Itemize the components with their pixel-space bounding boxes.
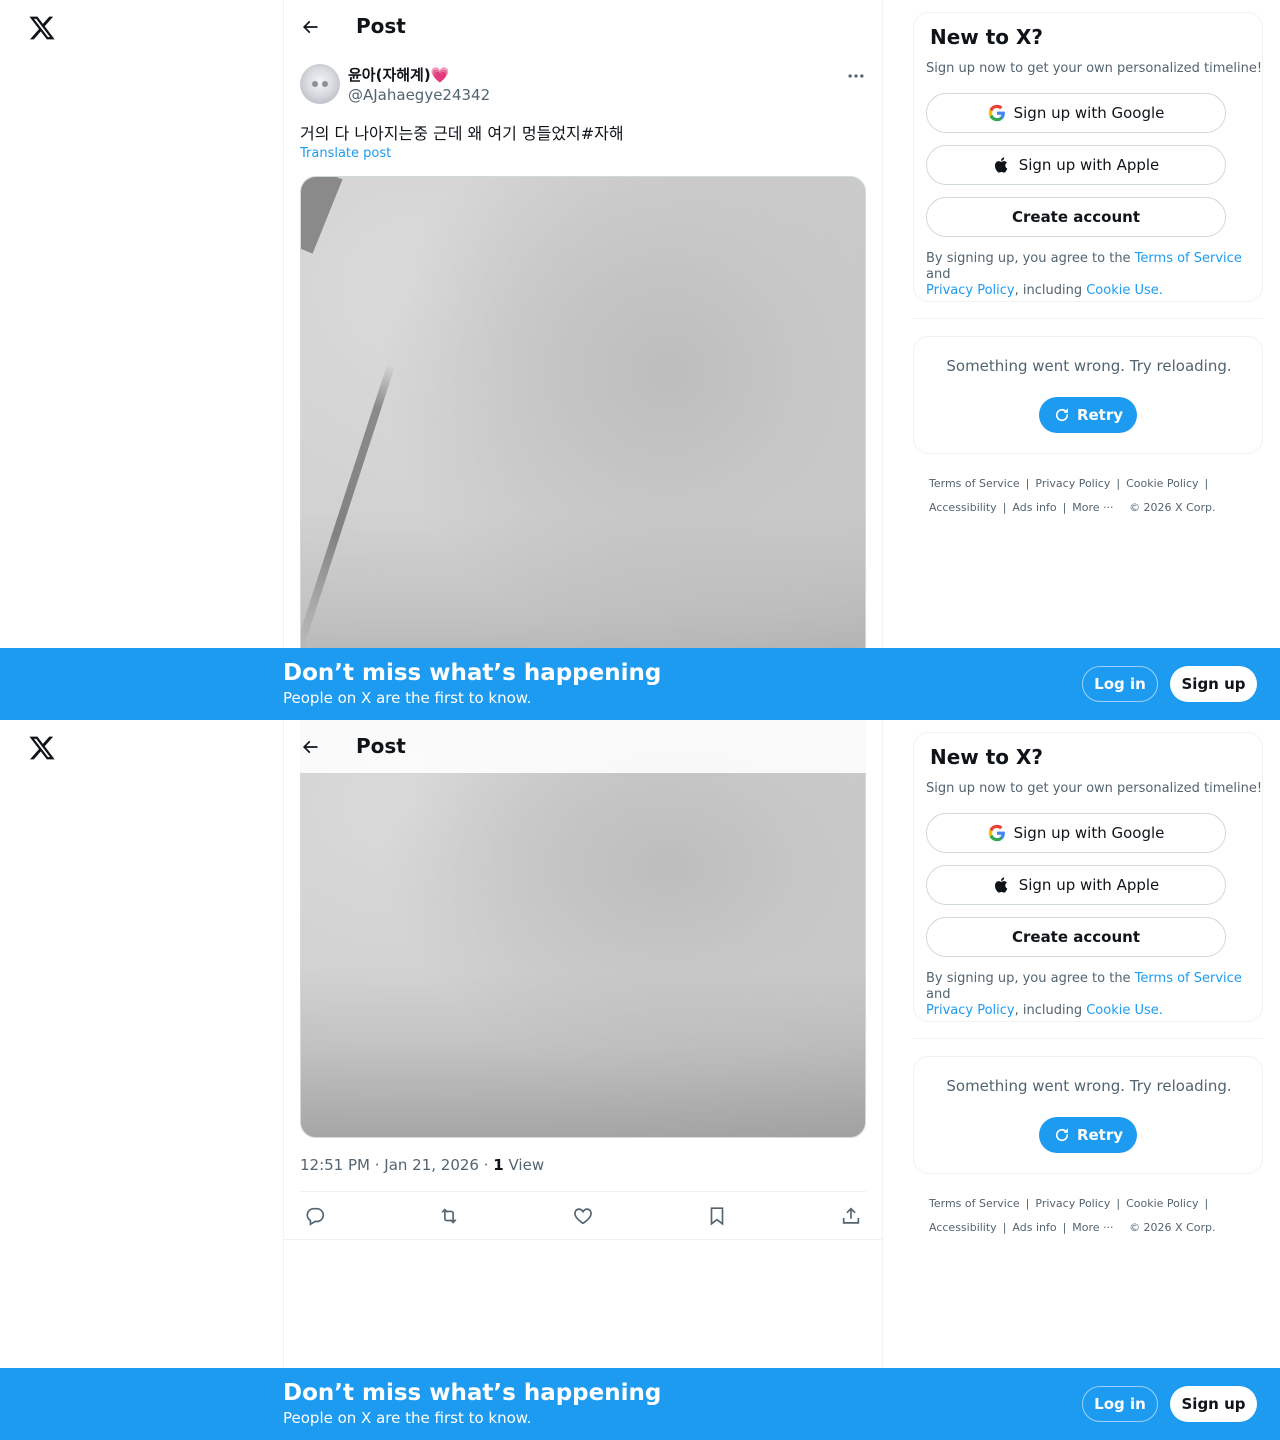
privacy-link[interactable]: Privacy Policy — [926, 1003, 1015, 1018]
terms-link[interactable]: Terms of Service — [1135, 971, 1242, 986]
signup-card: New to X? Sign up now to get your own pe… — [913, 732, 1263, 1022]
footer-more-link[interactable]: More ··· — [1072, 501, 1113, 514]
footer-accessibility-link[interactable]: Accessibility — [929, 501, 997, 514]
bookmark-icon[interactable] — [706, 1205, 728, 1227]
more-options-icon[interactable] — [846, 66, 866, 86]
display-name[interactable]: 윤아(자해계)💗 — [348, 64, 449, 85]
footer-cookie-link[interactable]: Cookie Policy — [1126, 477, 1198, 490]
divider — [284, 1239, 882, 1240]
banner-subtitle: People on X are the first to know. — [283, 1409, 532, 1427]
sidebar: New to X? Sign up now to get your own pe… — [913, 0, 1263, 720]
share-icon[interactable] — [840, 1205, 862, 1227]
footer-terms-link[interactable]: Terms of Service — [929, 1197, 1020, 1210]
divider — [913, 1038, 1263, 1039]
primary-column: Post 윤아(자해계)💗 @AJahaegye24342 거의 다 나아지는중… — [283, 0, 883, 720]
create-account-button[interactable]: Create account — [926, 197, 1226, 237]
google-icon — [988, 824, 1005, 842]
footer-copyright: © 2026 X Corp. — [1129, 1221, 1216, 1234]
log-in-button[interactable]: Log in — [1082, 666, 1158, 702]
post-text: 거의 다 나아지는중 근데 왜 여기 멍들었지#자해 — [300, 124, 624, 143]
footer-privacy-link[interactable]: Privacy Policy — [1035, 477, 1110, 490]
post-image[interactable] — [300, 720, 866, 1138]
footer-links: Terms of Service | Privacy Policy | Cookie P… — [929, 477, 1216, 514]
sign-up-with-google-button[interactable]: Sign up with Google — [926, 813, 1226, 853]
x-logo-icon[interactable] — [28, 734, 56, 762]
login-banner: Don’t miss what’s happening People on X … — [0, 1368, 1280, 1440]
back-arrow-icon[interactable] — [300, 17, 320, 37]
footer-more-link[interactable]: More ··· — [1072, 1221, 1113, 1234]
post-header: Post — [284, 0, 882, 53]
create-account-button[interactable]: Create account — [926, 917, 1226, 957]
footer-ads-link[interactable]: Ads info — [1012, 1221, 1056, 1234]
post-image[interactable] — [300, 176, 866, 720]
footer-ads-link[interactable]: Ads info — [1012, 501, 1056, 514]
footer-links: Terms of Service | Privacy Policy | Cookie P… — [929, 1197, 1216, 1234]
post-header: Post — [284, 720, 882, 773]
sign-up-button[interactable]: Sign up — [1170, 666, 1257, 702]
error-card: Something went wrong. Try reloading. Ret… — [913, 1056, 1263, 1174]
footer-cookie-link[interactable]: Cookie Policy — [1126, 1197, 1198, 1210]
signup-card: New to X? Sign up now to get your own pe… — [913, 12, 1263, 302]
sign-up-with-apple-button[interactable]: Sign up with Apple — [926, 145, 1226, 185]
page-title: Post — [356, 734, 406, 758]
signup-card-subtitle: Sign up now to get your own personalized… — [926, 781, 1263, 796]
user-handle[interactable]: @AJahaegye24342 — [348, 86, 490, 104]
banner-title: Don’t miss what’s happening — [283, 660, 662, 686]
privacy-link[interactable]: Privacy Policy — [926, 283, 1015, 298]
primary-column: Post 12:51 PM · Jan 21, 2026 · 1 View — [283, 720, 883, 1440]
retry-button[interactable]: Retry — [1039, 1117, 1137, 1153]
refresh-icon — [1055, 408, 1069, 422]
error-message: Something went wrong. Try reloading. — [946, 357, 1232, 375]
google-icon — [988, 104, 1005, 122]
apple-icon — [994, 877, 1008, 893]
reply-icon[interactable] — [304, 1205, 326, 1227]
heart-emoji: 💗 — [430, 66, 450, 84]
banner-title: Don’t miss what’s happening — [283, 1380, 662, 1406]
viewport-top: Post 윤아(자해계)💗 @AJahaegye24342 거의 다 나아지는중… — [0, 0, 1280, 720]
retry-button[interactable]: Retry — [1039, 397, 1137, 433]
footer-copyright: © 2026 X Corp. — [1129, 501, 1216, 514]
x-logo-icon[interactable] — [28, 14, 56, 42]
apple-icon — [994, 157, 1008, 173]
divider — [913, 318, 1263, 319]
footer-privacy-link[interactable]: Privacy Policy — [1035, 1197, 1110, 1210]
sign-up-with-apple-button[interactable]: Sign up with Apple — [926, 865, 1226, 905]
error-card: Something went wrong. Try reloading. Ret… — [913, 336, 1263, 454]
log-in-button[interactable]: Log in — [1082, 1386, 1158, 1422]
view-count: 1 — [493, 1156, 504, 1174]
sign-up-button[interactable]: Sign up — [1170, 1386, 1257, 1422]
cookie-link[interactable]: Cookie Use. — [1086, 283, 1163, 298]
signup-legal-text: By signing up, you agree to the Terms of… — [926, 971, 1242, 1018]
back-arrow-icon[interactable] — [300, 737, 320, 757]
post-timestamp[interactable]: 12:51 PM · Jan 21, 2026 · 1 View — [300, 1156, 544, 1174]
signup-card-subtitle: Sign up now to get your own personalized… — [926, 61, 1263, 76]
cookie-link[interactable]: Cookie Use. — [1086, 1003, 1163, 1018]
signup-card-title: New to X? — [930, 745, 1044, 769]
signup-card-title: New to X? — [930, 25, 1044, 49]
signup-legal-text: By signing up, you agree to the Terms of… — [926, 251, 1242, 298]
sidebar: New to X? Sign up now to get your own pe… — [913, 720, 1263, 1440]
translate-post-link[interactable]: Translate post — [300, 146, 391, 161]
post-actions — [300, 1192, 866, 1240]
page-title: Post — [356, 14, 406, 38]
error-message: Something went wrong. Try reloading. — [946, 1077, 1232, 1095]
like-heart-icon[interactable] — [572, 1205, 594, 1227]
footer-terms-link[interactable]: Terms of Service — [929, 477, 1020, 490]
repost-icon[interactable] — [438, 1205, 460, 1227]
terms-link[interactable]: Terms of Service — [1135, 251, 1242, 266]
viewport-scrolled: Post 12:51 PM · Jan 21, 2026 · 1 View Ne… — [0, 720, 1280, 1440]
banner-subtitle: People on X are the first to know. — [283, 689, 532, 707]
footer-accessibility-link[interactable]: Accessibility — [929, 1221, 997, 1234]
post-author: 윤아(자해계)💗 @AJahaegye24342 — [300, 64, 866, 108]
login-banner: Don’t miss what’s happening People on X … — [0, 648, 1280, 720]
sign-up-with-google-button[interactable]: Sign up with Google — [926, 93, 1226, 133]
avatar[interactable] — [300, 64, 340, 104]
refresh-icon — [1055, 1128, 1069, 1142]
